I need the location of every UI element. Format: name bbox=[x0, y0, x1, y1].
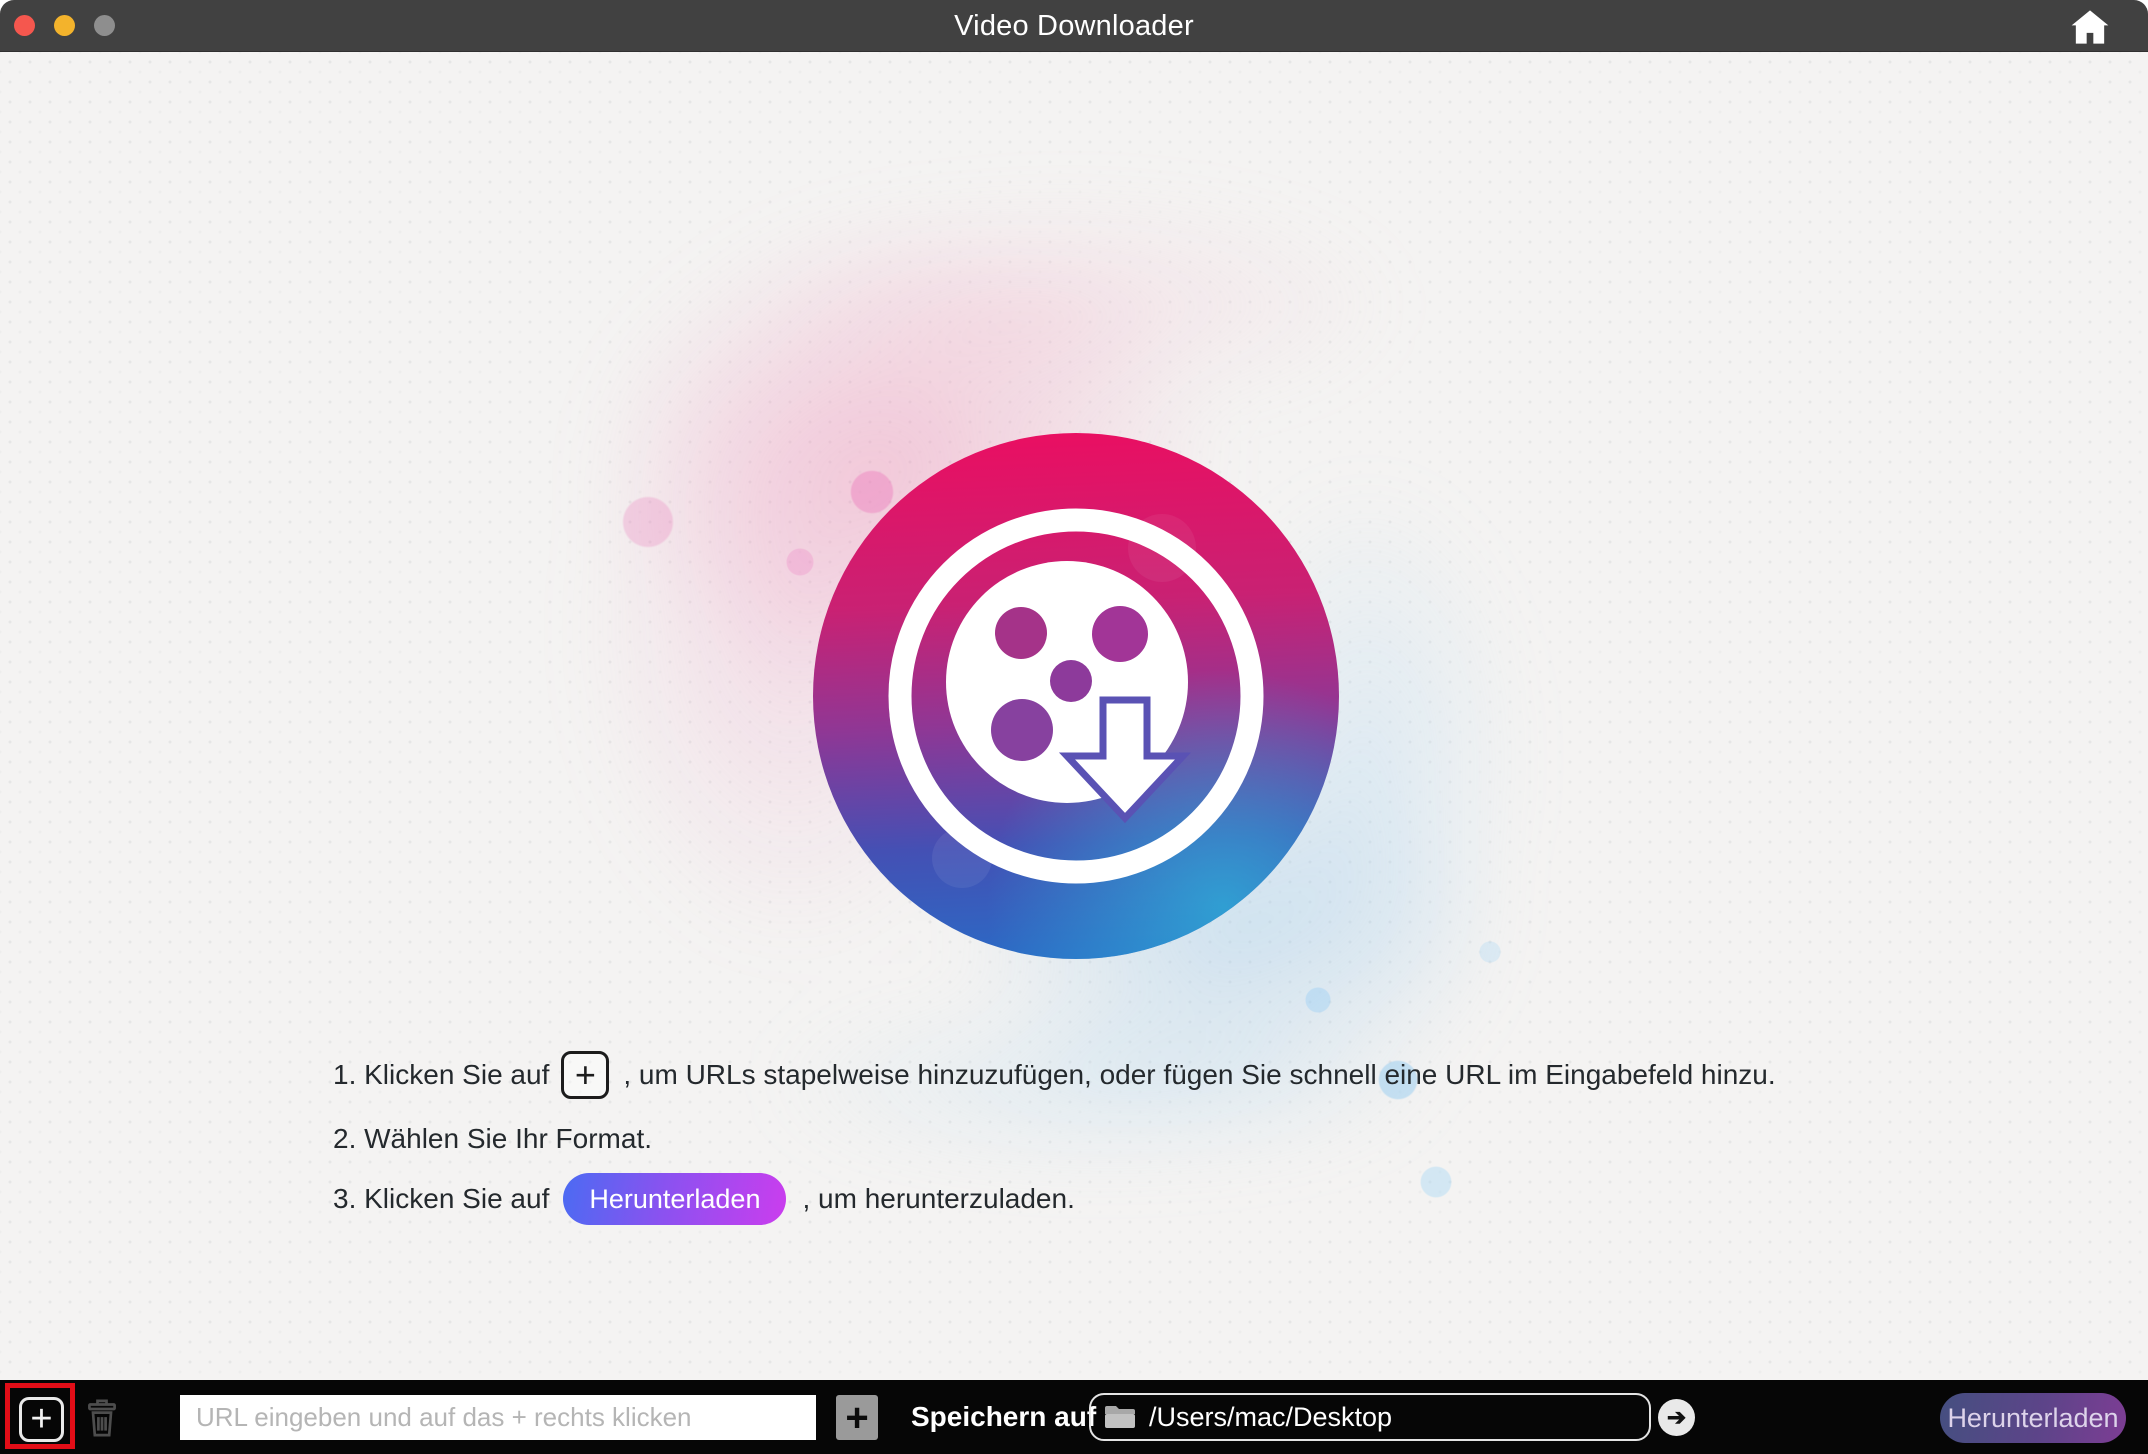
save-to-label: Speichern auf bbox=[911, 1380, 1096, 1454]
app-logo bbox=[812, 428, 1340, 966]
step2-text: 2. Wählen Sie Ihr Format. bbox=[333, 1123, 652, 1155]
open-path-button[interactable]: ➔ bbox=[1658, 1399, 1695, 1436]
home-button[interactable] bbox=[2070, 7, 2110, 47]
instruction-step-1: 1. Klicken Sie auf + , um URLs stapelwei… bbox=[333, 1047, 1776, 1103]
save-path-text: /Users/mac/Desktop bbox=[1149, 1402, 1392, 1433]
save-path-field[interactable]: /Users/mac/Desktop bbox=[1089, 1393, 1651, 1441]
plus-box-icon: + bbox=[561, 1051, 609, 1099]
instruction-step-3: 3. Klicken Sie auf Herunterladen , um he… bbox=[333, 1172, 1075, 1226]
bottom-toolbar: + + Speichern auf /Users/mac/Desktop bbox=[0, 1380, 2148, 1454]
step3-prefix: 3. Klicken Sie auf bbox=[333, 1183, 549, 1215]
plus-icon: + bbox=[845, 1399, 868, 1437]
url-input[interactable] bbox=[180, 1395, 816, 1440]
download-button[interactable]: Herunterladen bbox=[1940, 1393, 2126, 1443]
plus-icon: + bbox=[30, 1398, 52, 1441]
step1-prefix: 1. Klicken Sie auf bbox=[333, 1059, 549, 1091]
app-window: Video Downloader bbox=[0, 0, 2148, 1454]
titlebar: Video Downloader bbox=[0, 0, 2148, 52]
add-url-button[interactable]: + bbox=[836, 1395, 878, 1440]
instruction-step-2: 2. Wählen Sie Ihr Format. bbox=[333, 1124, 652, 1154]
delete-button[interactable] bbox=[84, 1397, 120, 1439]
window-title: Video Downloader bbox=[0, 0, 2148, 52]
home-icon bbox=[2070, 7, 2110, 47]
add-urls-batch-button[interactable]: + bbox=[19, 1397, 64, 1442]
arrow-right-icon: ➔ bbox=[1667, 1404, 1686, 1431]
step1-suffix: , um URLs stapelweise hinzuzufügen, oder… bbox=[623, 1059, 1775, 1091]
trash-icon bbox=[84, 1397, 120, 1439]
download-pill-illustration: Herunterladen bbox=[563, 1173, 786, 1225]
main-area: 1. Klicken Sie auf + , um URLs stapelwei… bbox=[0, 52, 2148, 1380]
step3-suffix: , um herunterzuladen. bbox=[802, 1183, 1074, 1215]
folder-icon bbox=[1103, 1403, 1137, 1431]
